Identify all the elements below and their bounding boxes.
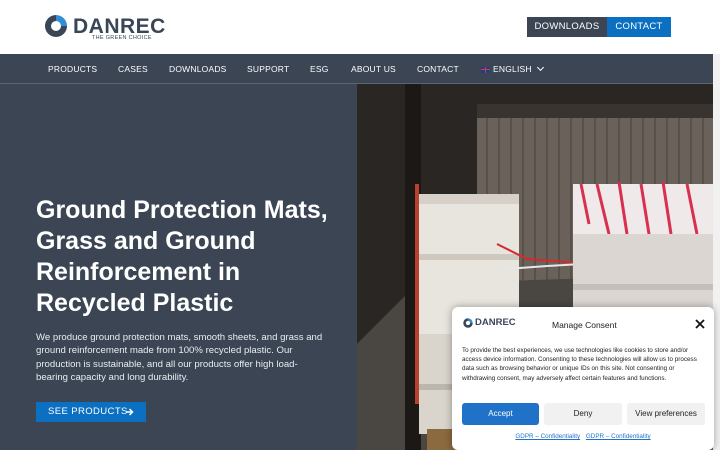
arrow-right-icon [126, 408, 134, 416]
nav-item-cases[interactable]: CASES [118, 54, 148, 84]
consent-title: Manage Consent [552, 320, 617, 330]
nav-item-downloads[interactable]: DOWNLOADS [169, 54, 227, 84]
consent-links: GDPR – Confidentiality GDPR – Confidenti… [452, 433, 714, 440]
uk-flag-icon [481, 66, 490, 73]
nav-item-products[interactable]: PRODUCTS [48, 54, 97, 84]
deny-button[interactable]: Deny [544, 403, 622, 425]
gdpr-link[interactable]: GDPR – Confidentiality [586, 433, 651, 440]
top-header: DANREC THE GREEN CHOICE DOWNLOADS CONTAC… [0, 0, 720, 54]
language-selector[interactable]: ENGLISH [481, 54, 544, 84]
nav-item-esg[interactable]: ESG [310, 54, 329, 84]
language-label: ENGLISH [493, 64, 532, 74]
hero-description: We produce ground protection mats, smoot… [36, 332, 323, 383]
nav-item-contact[interactable]: CONTACT [417, 54, 459, 84]
nav-item-about-us[interactable]: ABOUT US [351, 54, 396, 84]
downloads-button[interactable]: DOWNLOADS [527, 17, 607, 37]
page-scrollbar[interactable] [713, 54, 720, 450]
view-preferences-button[interactable]: View preferences [627, 403, 705, 425]
brand-tagline: THE GREEN CHOICE [92, 35, 152, 41]
consent-dialog: DANREC Manage Consent To provide the bes… [452, 307, 714, 450]
danrec-logo-icon [45, 15, 67, 37]
see-products-label: SEE PRODUCTS [48, 406, 128, 417]
site-logo[interactable]: DANREC THE GREEN CHOICE [42, 12, 172, 44]
hero-title: Ground Protection Mats, Grass and Ground… [36, 196, 328, 317]
chevron-down-icon [536, 63, 544, 72]
consent-text: To provide the best experiences, we use … [462, 347, 697, 382]
close-icon[interactable] [695, 319, 705, 329]
consent-logo: DANREC [462, 317, 516, 331]
see-products-button[interactable]: SEE PRODUCTS [36, 402, 146, 422]
contact-button[interactable]: CONTACT [607, 17, 671, 37]
accept-button[interactable]: Accept [462, 403, 539, 425]
danrec-logo-icon [463, 318, 473, 328]
consent-brand-name: DANREC [475, 317, 516, 328]
nav-item-support[interactable]: SUPPORT [247, 54, 289, 84]
main-nav: PRODUCTS CASES DOWNLOADS SUPPORT ESG ABO… [0, 54, 713, 84]
gdpr-link[interactable]: GDPR – Confidentiality [515, 433, 580, 440]
